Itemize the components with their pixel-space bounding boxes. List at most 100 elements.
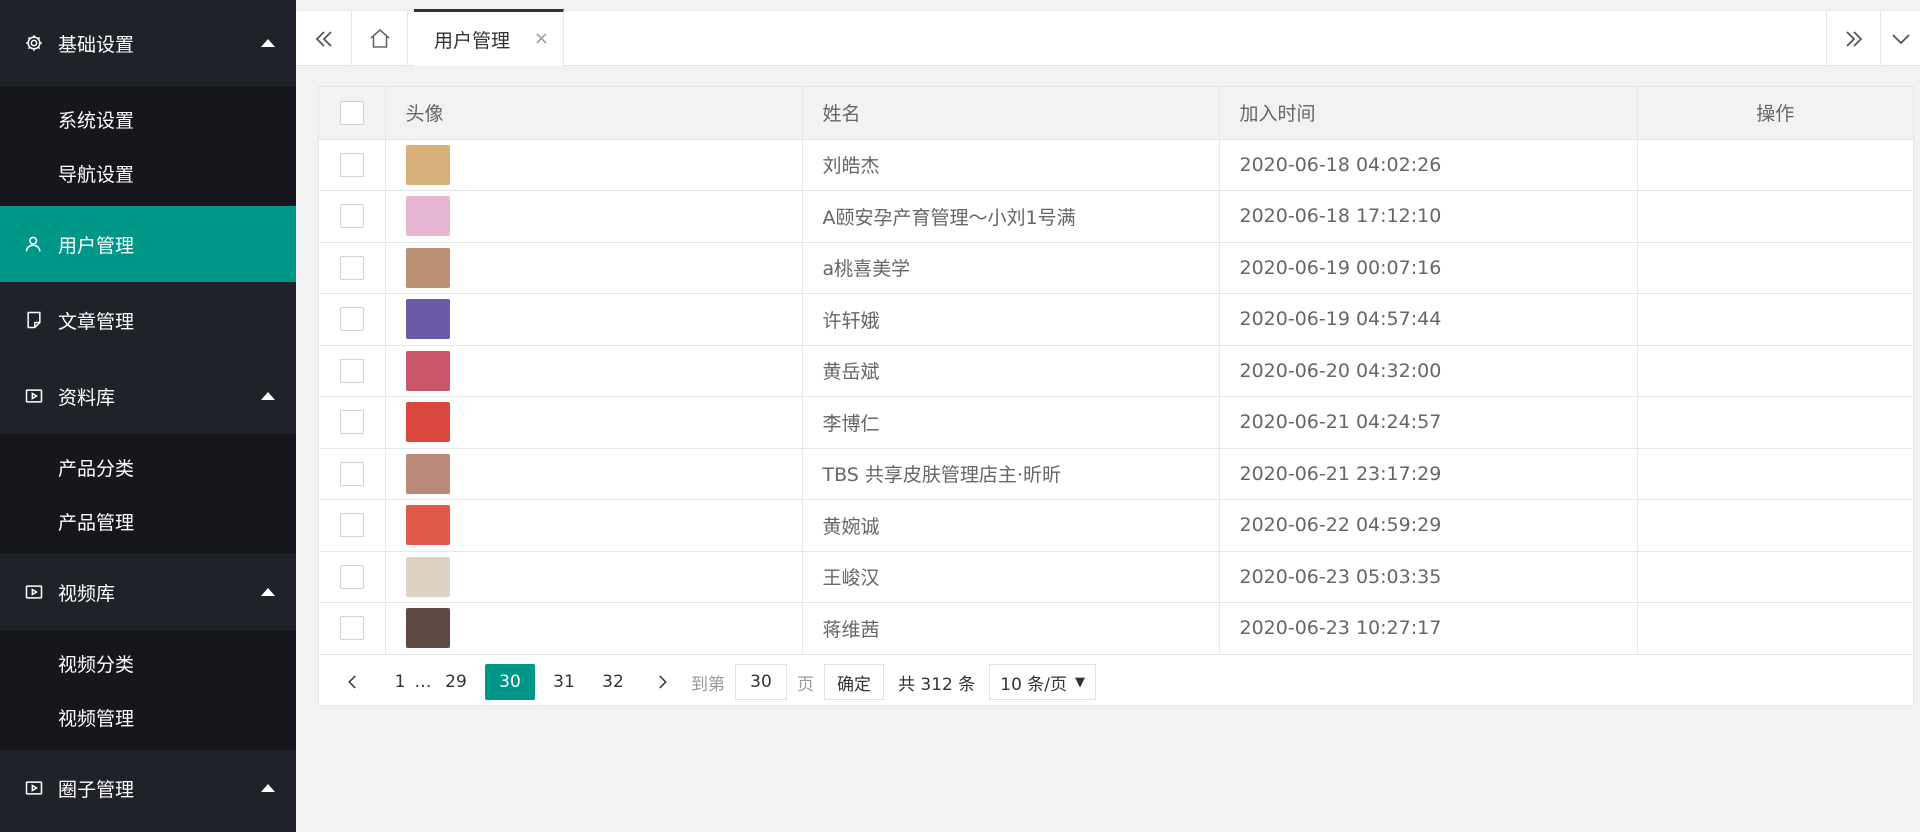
sidebar-subitem-product-category[interactable]: 产品分类 bbox=[0, 440, 296, 494]
sidebar-item-label: 基础设置 bbox=[58, 33, 135, 56]
row-checkbox-cell bbox=[319, 242, 386, 294]
row-checkbox[interactable] bbox=[339, 513, 364, 538]
sidebar-subitem-nav-settings[interactable]: 导航设置 bbox=[0, 146, 296, 200]
joined-cell: 2020-06-18 04:02:26 bbox=[1219, 139, 1638, 191]
page-button-current[interactable]: 30 bbox=[485, 664, 535, 700]
avatar-cell bbox=[385, 242, 803, 294]
row-checkbox[interactable] bbox=[339, 616, 364, 641]
avatar-cell bbox=[385, 139, 803, 191]
column-header-joined[interactable]: 加入时间 bbox=[1219, 87, 1638, 140]
sidebar-item-label: 文章管理 bbox=[58, 310, 135, 333]
select-all-checkbox[interactable] bbox=[339, 100, 364, 125]
scroll-tabs-left-button[interactable] bbox=[296, 11, 352, 66]
home-icon bbox=[369, 28, 390, 48]
submenu-basic-settings: 系统设置 导航设置 bbox=[0, 86, 296, 206]
row-checkbox[interactable] bbox=[339, 461, 364, 486]
table-row[interactable]: A颐安孕产育管理～小刘1号满 2020-06-18 17:12:10 bbox=[319, 190, 1913, 243]
row-checkbox[interactable] bbox=[339, 410, 364, 435]
table-row[interactable]: 蒋维茜 2020-06-23 10:27:17 bbox=[319, 602, 1913, 655]
sidebar-item-label: 用户管理 bbox=[58, 234, 135, 257]
row-checkbox[interactable] bbox=[339, 204, 364, 229]
avatar-cell bbox=[385, 448, 803, 500]
user-table-card: 头像 姓名 加入时间 操作 刘皓杰 2020-06-18 04:02:26 A颐安孕… bbox=[318, 86, 1914, 706]
sidebar-item-circle-management[interactable]: 圈子管理 bbox=[0, 750, 296, 826]
joined-cell: 2020-06-23 10:27:17 bbox=[1219, 602, 1638, 655]
page-button[interactable]: 32 bbox=[593, 664, 633, 700]
chevron-left-icon bbox=[348, 675, 356, 689]
table-row[interactable]: 许轩娥 2020-06-19 04:57:44 bbox=[319, 293, 1913, 346]
tab-home[interactable] bbox=[352, 11, 408, 66]
avatar-cell bbox=[385, 551, 803, 603]
column-header-avatar[interactable]: 头像 bbox=[385, 87, 803, 140]
sidebar-item-label: 圈子管理 bbox=[58, 778, 135, 801]
close-icon[interactable]: × bbox=[534, 30, 549, 48]
column-header-name[interactable]: 姓名 bbox=[802, 87, 1220, 140]
page-size-select[interactable]: 10 条/页 ▼ bbox=[989, 664, 1097, 700]
pagination: 1 … 29 30 31 32 到第 页 确定 共 312 条 10 条/页 ▼ bbox=[319, 657, 1913, 707]
actions-cell bbox=[1637, 448, 1913, 500]
table-row[interactable]: 李博仁 2020-06-21 04:24:57 bbox=[319, 396, 1913, 449]
row-checkbox[interactable] bbox=[339, 307, 364, 332]
column-header-actions: 操作 bbox=[1637, 87, 1913, 140]
joined-cell: 2020-06-18 17:12:10 bbox=[1219, 190, 1638, 243]
next-page-button[interactable] bbox=[642, 664, 682, 700]
page-size-value: 10 条/页 bbox=[1000, 674, 1068, 695]
name-cell: 黄岳斌 bbox=[802, 345, 1220, 397]
tab-user-management[interactable]: 用户管理 × bbox=[414, 9, 564, 66]
table-row[interactable]: a桃喜美学 2020-06-19 00:07:16 bbox=[319, 242, 1913, 294]
row-checkbox[interactable] bbox=[339, 358, 364, 383]
avatar bbox=[405, 453, 450, 494]
sidebar-subitem-video-management[interactable]: 视频管理 bbox=[0, 690, 296, 744]
video-icon bbox=[24, 582, 44, 602]
double-chevron-left-icon bbox=[315, 30, 332, 47]
actions-cell bbox=[1637, 551, 1913, 603]
row-checkbox-cell bbox=[319, 190, 386, 243]
total-count: 共 312 条 bbox=[898, 674, 976, 695]
table-row[interactable]: 黄婉诚 2020-06-22 04:59:29 bbox=[319, 499, 1913, 552]
sidebar-item-user-management[interactable]: 用户管理 bbox=[0, 206, 296, 282]
chevron-up-icon bbox=[261, 784, 275, 792]
document-icon bbox=[24, 310, 44, 330]
name-cell: 李博仁 bbox=[802, 396, 1220, 449]
chevron-up-icon bbox=[261, 392, 275, 400]
tab-options-button[interactable] bbox=[1880, 11, 1920, 66]
goto-confirm-button[interactable]: 确定 bbox=[824, 664, 884, 700]
actions-cell bbox=[1637, 345, 1913, 397]
actions-cell bbox=[1637, 190, 1913, 243]
table-row[interactable]: 刘皓杰 2020-06-18 04:02:26 bbox=[319, 139, 1913, 191]
page-button[interactable]: 31 bbox=[544, 664, 584, 700]
sidebar-item-article-management[interactable]: 文章管理 bbox=[0, 282, 296, 358]
goto-page-input[interactable] bbox=[735, 664, 787, 700]
row-checkbox-cell bbox=[319, 396, 386, 449]
table-row[interactable]: 黄岳斌 2020-06-20 04:32:00 bbox=[319, 345, 1913, 397]
prev-page-button[interactable] bbox=[333, 664, 373, 700]
sidebar-item-video-library[interactable]: 视频库 bbox=[0, 554, 296, 630]
header-checkbox-cell bbox=[319, 87, 386, 140]
avatar-cell bbox=[385, 602, 803, 655]
avatar-cell bbox=[385, 345, 803, 397]
joined-cell: 2020-06-19 04:57:44 bbox=[1219, 293, 1638, 346]
sidebar-subitem-video-category[interactable]: 视频分类 bbox=[0, 636, 296, 690]
page-button-first[interactable]: 1 bbox=[388, 664, 412, 700]
name-cell: 蒋维茜 bbox=[802, 602, 1220, 655]
sidebar-item-library[interactable]: 资料库 bbox=[0, 358, 296, 434]
row-checkbox[interactable] bbox=[339, 564, 364, 589]
row-checkbox-cell bbox=[319, 293, 386, 346]
page-button[interactable]: 29 bbox=[436, 664, 476, 700]
name-cell: 王峻汉 bbox=[802, 551, 1220, 603]
user-table: 头像 姓名 加入时间 操作 刘皓杰 2020-06-18 04:02:26 A颐安孕… bbox=[319, 87, 1913, 655]
sidebar-item-basic-settings[interactable]: 基础设置 bbox=[0, 0, 296, 86]
joined-cell: 2020-06-21 23:17:29 bbox=[1219, 448, 1638, 500]
sidebar-subitem-system-settings[interactable]: 系统设置 bbox=[0, 92, 296, 146]
table-row[interactable]: 王峻汉 2020-06-23 05:03:35 bbox=[319, 551, 1913, 603]
table-row[interactable]: TBS 共享皮肤管理店主·昕昕 2020-06-21 23:17:29 bbox=[319, 448, 1913, 500]
row-checkbox[interactable] bbox=[339, 255, 364, 280]
avatar-cell bbox=[385, 190, 803, 243]
row-checkbox-cell bbox=[319, 602, 386, 655]
sidebar-subitem-product-management[interactable]: 产品管理 bbox=[0, 494, 296, 548]
submenu-library: 产品分类 产品管理 bbox=[0, 434, 296, 554]
actions-cell bbox=[1637, 396, 1913, 449]
avatar-cell bbox=[385, 499, 803, 552]
scroll-tabs-right-button[interactable] bbox=[1826, 11, 1880, 66]
row-checkbox[interactable] bbox=[339, 152, 364, 177]
